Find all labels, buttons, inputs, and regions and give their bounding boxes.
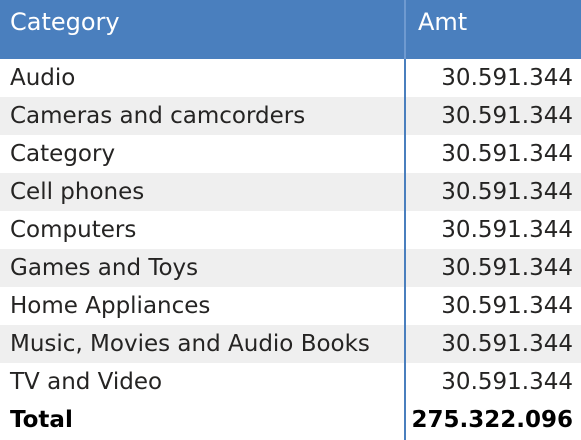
total-label: Total <box>10 407 73 433</box>
cell-amount: 30.591.344 <box>441 369 573 395</box>
cell-amount: 30.591.344 <box>441 331 573 357</box>
table-header: Category Amt <box>0 0 581 59</box>
column-header-category[interactable]: Category <box>0 0 404 59</box>
table-body: Audio 30.591.344 Cameras and camcorders … <box>0 59 581 439</box>
cell-category: Computers <box>10 217 137 243</box>
table-row[interactable]: Games and Toys 30.591.344 <box>0 249 581 287</box>
table-row[interactable]: Music, Movies and Audio Books 30.591.344 <box>0 325 581 363</box>
table-row[interactable]: Home Appliances 30.591.344 <box>0 287 581 325</box>
cell-category: Games and Toys <box>10 255 199 281</box>
table-row[interactable]: Category 30.591.344 <box>0 135 581 173</box>
column-divider <box>404 59 406 440</box>
cell-category: TV and Video <box>10 369 163 395</box>
cell-category: Cameras and camcorders <box>10 103 306 129</box>
table-row[interactable]: Computers 30.591.344 <box>0 211 581 249</box>
table-row[interactable]: Cameras and camcorders 30.591.344 <box>0 97 581 135</box>
cell-category: Audio <box>10 65 76 91</box>
cell-amount: 30.591.344 <box>441 103 573 129</box>
table-row[interactable]: Audio 30.591.344 <box>0 59 581 97</box>
cell-category: Category <box>10 141 116 167</box>
cell-category: Home Appliances <box>10 293 211 319</box>
column-header-amount[interactable]: Amt <box>406 0 581 59</box>
cell-category: Cell phones <box>10 179 145 205</box>
cell-amount: 30.591.344 <box>441 255 573 281</box>
table-row[interactable]: Cell phones 30.591.344 <box>0 173 581 211</box>
cell-amount: 30.591.344 <box>441 217 573 243</box>
cell-amount: 30.591.344 <box>441 65 573 91</box>
total-amount: 275.322.096 <box>411 407 573 433</box>
cell-amount: 30.591.344 <box>441 179 573 205</box>
cell-amount: 30.591.344 <box>441 141 573 167</box>
cell-category: Music, Movies and Audio Books <box>10 331 370 357</box>
matrix-table: Category Amt Audio 30.591.344 Cameras an… <box>0 0 581 440</box>
total-row[interactable]: Total 275.322.096 <box>0 401 581 439</box>
table-row[interactable]: TV and Video 30.591.344 <box>0 363 581 401</box>
cell-amount: 30.591.344 <box>441 293 573 319</box>
